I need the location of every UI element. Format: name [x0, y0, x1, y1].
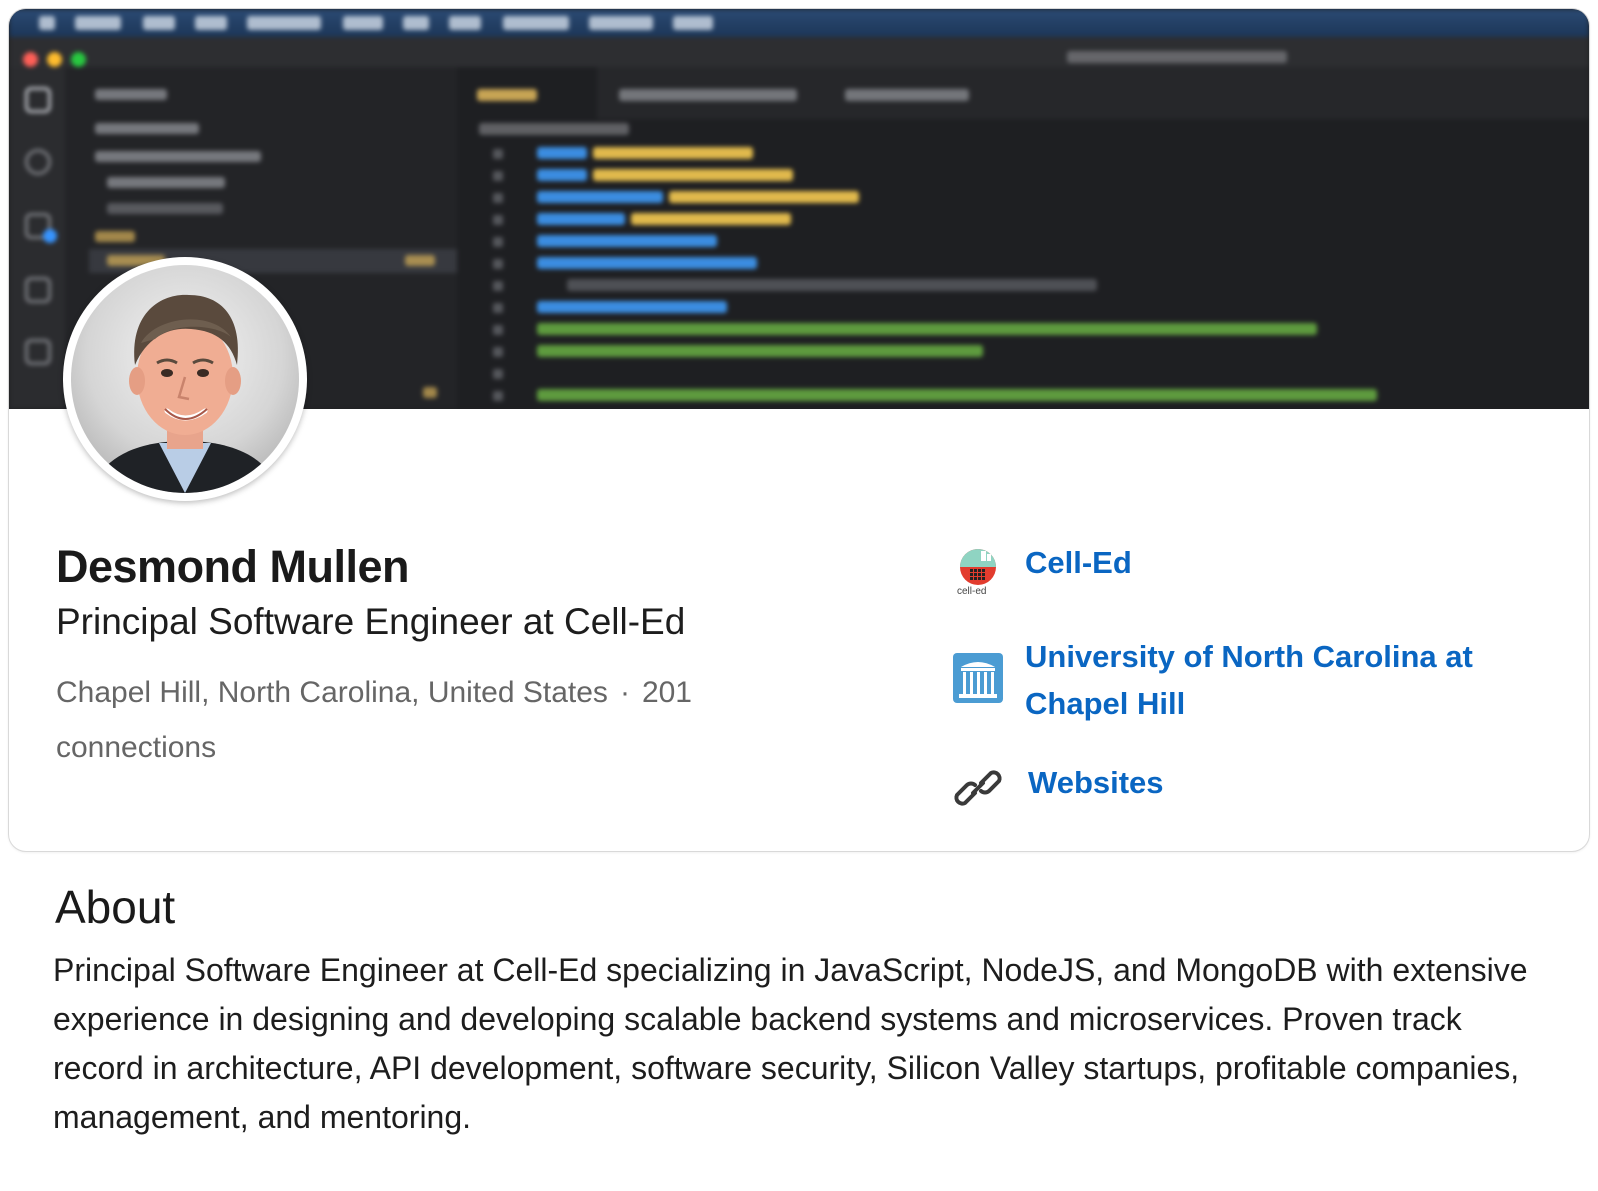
avatar	[71, 265, 299, 493]
profile-photo[interactable]	[63, 257, 307, 501]
cell-ed-logo-text: cell-ed	[957, 586, 987, 597]
profile-card: Desmond Mullen Principal Software Engine…	[8, 8, 1590, 852]
profile-location: Chapel Hill, North Carolina, United Stat…	[56, 676, 608, 709]
cell-ed-logo-icon: cell-ed	[953, 545, 1003, 597]
unc-old-well-logo-icon	[953, 653, 1003, 703]
about-heading: About	[55, 881, 176, 933]
websites-label[interactable]: Websites	[1028, 759, 1164, 806]
about-text: Principal Software Engineer at Cell-Ed s…	[53, 952, 1528, 1135]
link-icon	[953, 763, 1003, 813]
banner-menubar	[9, 9, 1589, 37]
school-name[interactable]: University of North Carolina at Chapel H…	[1025, 633, 1545, 727]
company-name[interactable]: Cell-Ed	[1025, 539, 1132, 586]
profile-name: Desmond Mullen	[56, 541, 410, 592]
profile-location-line: Chapel Hill, North Carolina, United Stat…	[56, 665, 756, 775]
separator-dot: ·	[619, 676, 630, 709]
profile-headline: Principal Software Engineer at Cell-Ed	[56, 601, 686, 642]
person-portrait-image	[91, 294, 279, 493]
